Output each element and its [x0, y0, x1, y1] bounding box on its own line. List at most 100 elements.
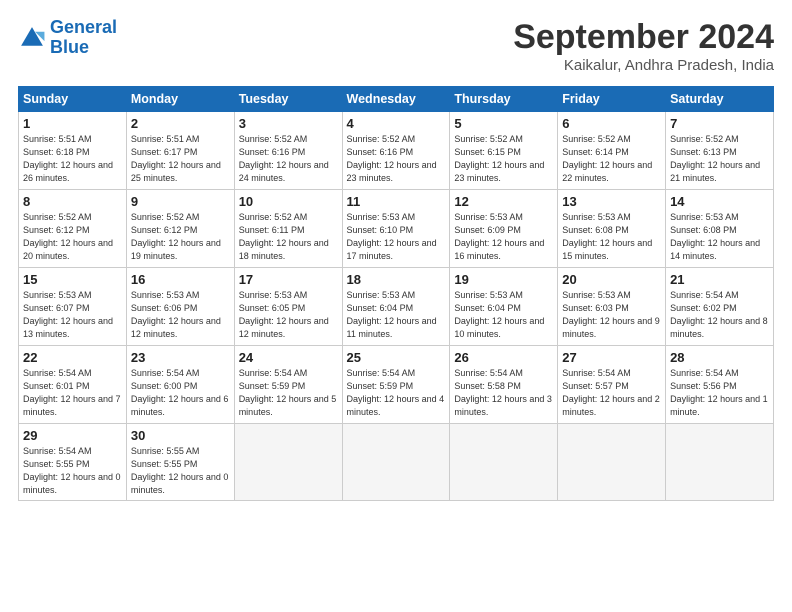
day-number: 26 [454, 350, 553, 365]
header-sunday: Sunday [19, 87, 127, 112]
day-number: 20 [562, 272, 661, 287]
table-row: 7 Sunrise: 5:52 AMSunset: 6:13 PMDayligh… [666, 112, 774, 190]
day-info: Sunrise: 5:54 AMSunset: 6:02 PMDaylight:… [670, 289, 769, 341]
day-number: 18 [347, 272, 446, 287]
table-row: 1 Sunrise: 5:51 AMSunset: 6:18 PMDayligh… [19, 112, 127, 190]
day-info: Sunrise: 5:51 AMSunset: 6:17 PMDaylight:… [131, 133, 230, 185]
table-row: 6 Sunrise: 5:52 AMSunset: 6:14 PMDayligh… [558, 112, 666, 190]
table-row: 2 Sunrise: 5:51 AMSunset: 6:17 PMDayligh… [126, 112, 234, 190]
header-saturday: Saturday [666, 87, 774, 112]
day-info: Sunrise: 5:53 AMSunset: 6:09 PMDaylight:… [454, 211, 553, 263]
day-info: Sunrise: 5:52 AMSunset: 6:14 PMDaylight:… [562, 133, 661, 185]
table-row [234, 424, 342, 501]
day-info: Sunrise: 5:53 AMSunset: 6:08 PMDaylight:… [670, 211, 769, 263]
table-row: 29 Sunrise: 5:54 AMSunset: 5:55 PMDaylig… [19, 424, 127, 501]
day-number: 10 [239, 194, 338, 209]
day-number: 16 [131, 272, 230, 287]
table-row: 14 Sunrise: 5:53 AMSunset: 6:08 PMDaylig… [666, 190, 774, 268]
calendar-week-row: 15 Sunrise: 5:53 AMSunset: 6:07 PMDaylig… [19, 268, 774, 346]
day-info: Sunrise: 5:54 AMSunset: 5:56 PMDaylight:… [670, 367, 769, 419]
day-info: Sunrise: 5:53 AMSunset: 6:06 PMDaylight:… [131, 289, 230, 341]
table-row: 26 Sunrise: 5:54 AMSunset: 5:58 PMDaylig… [450, 346, 558, 424]
table-row [666, 424, 774, 501]
header-friday: Friday [558, 87, 666, 112]
table-row: 8 Sunrise: 5:52 AMSunset: 6:12 PMDayligh… [19, 190, 127, 268]
table-row: 24 Sunrise: 5:54 AMSunset: 5:59 PMDaylig… [234, 346, 342, 424]
day-number: 7 [670, 116, 769, 131]
day-number: 8 [23, 194, 122, 209]
header-thursday: Thursday [450, 87, 558, 112]
day-number: 24 [239, 350, 338, 365]
day-number: 4 [347, 116, 446, 131]
day-info: Sunrise: 5:54 AMSunset: 6:00 PMDaylight:… [131, 367, 230, 419]
day-number: 15 [23, 272, 122, 287]
day-number: 22 [23, 350, 122, 365]
day-number: 12 [454, 194, 553, 209]
calendar-week-row: 8 Sunrise: 5:52 AMSunset: 6:12 PMDayligh… [19, 190, 774, 268]
table-row: 9 Sunrise: 5:52 AMSunset: 6:12 PMDayligh… [126, 190, 234, 268]
table-row: 4 Sunrise: 5:52 AMSunset: 6:16 PMDayligh… [342, 112, 450, 190]
logo: General Blue [18, 18, 117, 58]
day-number: 17 [239, 272, 338, 287]
table-row: 21 Sunrise: 5:54 AMSunset: 6:02 PMDaylig… [666, 268, 774, 346]
table-row: 10 Sunrise: 5:52 AMSunset: 6:11 PMDaylig… [234, 190, 342, 268]
title-block: September 2024 Kaikalur, Andhra Pradesh,… [513, 18, 774, 74]
day-info: Sunrise: 5:53 AMSunset: 6:05 PMDaylight:… [239, 289, 338, 341]
table-row: 22 Sunrise: 5:54 AMSunset: 6:01 PMDaylig… [19, 346, 127, 424]
table-row: 27 Sunrise: 5:54 AMSunset: 5:57 PMDaylig… [558, 346, 666, 424]
table-row: 5 Sunrise: 5:52 AMSunset: 6:15 PMDayligh… [450, 112, 558, 190]
day-number: 30 [131, 428, 230, 443]
weekday-header-row: Sunday Monday Tuesday Wednesday Thursday… [19, 87, 774, 112]
day-number: 23 [131, 350, 230, 365]
header-tuesday: Tuesday [234, 87, 342, 112]
day-number: 13 [562, 194, 661, 209]
day-info: Sunrise: 5:53 AMSunset: 6:04 PMDaylight:… [347, 289, 446, 341]
header-wednesday: Wednesday [342, 87, 450, 112]
day-number: 25 [347, 350, 446, 365]
day-info: Sunrise: 5:54 AMSunset: 6:01 PMDaylight:… [23, 367, 122, 419]
calendar: Sunday Monday Tuesday Wednesday Thursday… [18, 86, 774, 501]
table-row [450, 424, 558, 501]
table-row [342, 424, 450, 501]
day-info: Sunrise: 5:54 AMSunset: 5:55 PMDaylight:… [23, 445, 122, 497]
day-info: Sunrise: 5:52 AMSunset: 6:16 PMDaylight:… [347, 133, 446, 185]
logo-line2: Blue [50, 37, 89, 57]
table-row: 11 Sunrise: 5:53 AMSunset: 6:10 PMDaylig… [342, 190, 450, 268]
month-title: September 2024 [513, 18, 774, 57]
table-row: 15 Sunrise: 5:53 AMSunset: 6:07 PMDaylig… [19, 268, 127, 346]
location: Kaikalur, Andhra Pradesh, India [513, 57, 774, 74]
day-info: Sunrise: 5:52 AMSunset: 6:12 PMDaylight:… [23, 211, 122, 263]
table-row: 17 Sunrise: 5:53 AMSunset: 6:05 PMDaylig… [234, 268, 342, 346]
day-info: Sunrise: 5:52 AMSunset: 6:13 PMDaylight:… [670, 133, 769, 185]
day-info: Sunrise: 5:53 AMSunset: 6:03 PMDaylight:… [562, 289, 661, 341]
table-row [558, 424, 666, 501]
table-row: 23 Sunrise: 5:54 AMSunset: 6:00 PMDaylig… [126, 346, 234, 424]
table-row: 16 Sunrise: 5:53 AMSunset: 6:06 PMDaylig… [126, 268, 234, 346]
day-number: 21 [670, 272, 769, 287]
day-info: Sunrise: 5:54 AMSunset: 5:59 PMDaylight:… [347, 367, 446, 419]
logo-text: General Blue [50, 18, 117, 58]
table-row: 28 Sunrise: 5:54 AMSunset: 5:56 PMDaylig… [666, 346, 774, 424]
day-info: Sunrise: 5:51 AMSunset: 6:18 PMDaylight:… [23, 133, 122, 185]
day-info: Sunrise: 5:52 AMSunset: 6:15 PMDaylight:… [454, 133, 553, 185]
day-number: 11 [347, 194, 446, 209]
day-number: 3 [239, 116, 338, 131]
table-row: 12 Sunrise: 5:53 AMSunset: 6:09 PMDaylig… [450, 190, 558, 268]
day-number: 2 [131, 116, 230, 131]
calendar-week-row: 1 Sunrise: 5:51 AMSunset: 6:18 PMDayligh… [19, 112, 774, 190]
day-number: 5 [454, 116, 553, 131]
day-info: Sunrise: 5:52 AMSunset: 6:11 PMDaylight:… [239, 211, 338, 263]
day-number: 1 [23, 116, 122, 131]
calendar-week-row: 29 Sunrise: 5:54 AMSunset: 5:55 PMDaylig… [19, 424, 774, 501]
day-info: Sunrise: 5:54 AMSunset: 5:58 PMDaylight:… [454, 367, 553, 419]
page: General Blue September 2024 Kaikalur, An… [0, 0, 792, 612]
day-info: Sunrise: 5:53 AMSunset: 6:10 PMDaylight:… [347, 211, 446, 263]
day-number: 28 [670, 350, 769, 365]
table-row: 3 Sunrise: 5:52 AMSunset: 6:16 PMDayligh… [234, 112, 342, 190]
day-number: 6 [562, 116, 661, 131]
logo-icon [18, 24, 46, 52]
table-row: 18 Sunrise: 5:53 AMSunset: 6:04 PMDaylig… [342, 268, 450, 346]
table-row: 30 Sunrise: 5:55 AMSunset: 5:55 PMDaylig… [126, 424, 234, 501]
day-info: Sunrise: 5:55 AMSunset: 5:55 PMDaylight:… [131, 445, 230, 497]
day-number: 19 [454, 272, 553, 287]
